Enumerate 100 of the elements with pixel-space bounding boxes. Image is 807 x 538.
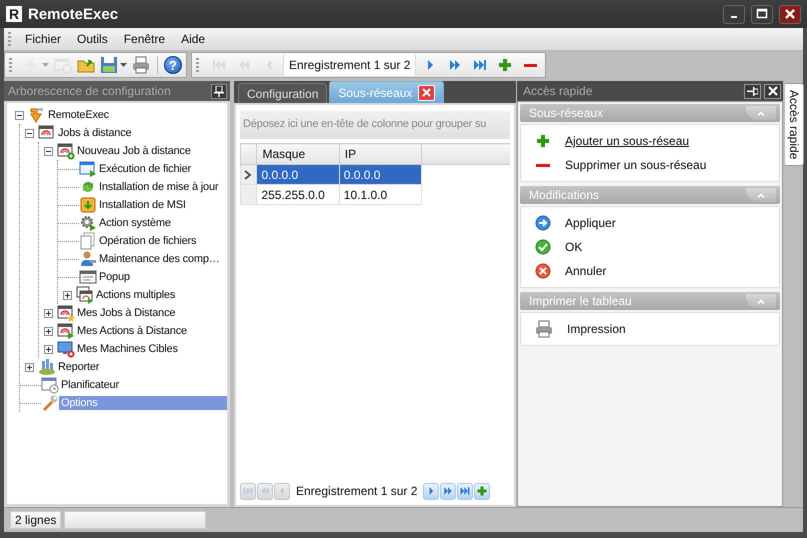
tree-item[interactable]: Popup	[97, 270, 132, 284]
windows-icon	[76, 286, 94, 304]
collapse-button[interactable]	[746, 188, 776, 202]
floppy-icon	[100, 56, 118, 74]
window-title: RemoteExec	[28, 6, 120, 22]
column-header[interactable]: Masque	[256, 144, 340, 164]
action-link[interactable]: Supprimer un sous-réseau	[565, 158, 706, 172]
nav-button[interactable]	[457, 482, 474, 500]
add-button[interactable]	[474, 482, 490, 500]
document-icon	[79, 232, 97, 250]
plus-icon	[497, 57, 514, 73]
menu-item[interactable]: Aide	[175, 30, 212, 48]
menu-item[interactable]: Fenêtre	[118, 30, 172, 48]
app-logo: R	[6, 6, 22, 22]
expand-toggle[interactable]	[63, 290, 72, 300]
caret-icon	[42, 63, 49, 67]
close-icon	[768, 86, 778, 96]
close-button[interactable]	[779, 4, 801, 24]
group-title: Imprimer le tableau	[529, 294, 633, 308]
cancel-icon	[535, 263, 551, 279]
group-title: Modifications	[529, 188, 600, 202]
tree-item[interactable]: Jobs à distance	[56, 126, 134, 140]
pin-button[interactable]	[211, 84, 227, 98]
printer-icon	[535, 320, 553, 338]
collapse-toggle[interactable]	[25, 128, 34, 138]
minimize-icon	[731, 16, 737, 18]
document-tab[interactable]: Configuration	[238, 83, 328, 103]
action-link[interactable]: OK	[565, 240, 582, 254]
wrench-icon	[41, 394, 59, 412]
chart-icon	[38, 358, 56, 376]
tree-item[interactable]: Exécution de fichier	[97, 162, 193, 176]
window-icon	[57, 142, 75, 160]
printer-icon	[132, 56, 150, 74]
print-button[interactable]	[131, 54, 151, 76]
last-page-icon	[472, 57, 488, 73]
last-page-icon	[459, 485, 472, 497]
table-cell: 0.0.0.0	[339, 164, 422, 184]
pin-button[interactable]	[744, 84, 761, 98]
collapse-toggle[interactable]	[15, 110, 24, 120]
menu-item[interactable]: Fichier	[19, 30, 68, 48]
fast-forward-icon	[442, 485, 454, 497]
collapse-button[interactable]	[746, 106, 776, 120]
tree-item[interactable]: Nouveau Job à distance	[75, 144, 193, 158]
expand-toggle[interactable]	[44, 344, 53, 354]
tree-item[interactable]: Action système	[97, 216, 173, 230]
tree-item[interactable]: Maintenance des comp…	[97, 252, 222, 266]
chevron-icon	[757, 192, 765, 198]
menu-item[interactable]: Outils	[71, 30, 114, 48]
table-cell: 255.255.0.0	[256, 184, 340, 204]
tree-item[interactable]: RemoteExec	[46, 108, 111, 122]
tree-item[interactable]: Mes Actions à Distance	[75, 324, 189, 338]
action-link[interactable]: Impression	[567, 322, 626, 336]
maximize-button[interactable]	[751, 4, 773, 24]
pin-icon	[214, 86, 224, 96]
action-link[interactable]: Appliquer	[565, 216, 616, 230]
package-icon	[79, 196, 97, 214]
nav-button[interactable]	[440, 482, 456, 500]
close-icon	[422, 88, 432, 97]
tree-item[interactable]: Reporter	[56, 360, 102, 374]
first-page-icon	[242, 485, 254, 497]
expand-toggle[interactable]	[44, 308, 53, 318]
group-by-hint: Déposez ici une en-tête de colonne pour grouper su	[240, 111, 510, 139]
tree-item[interactable]: Mes Machines Cibles	[75, 342, 180, 356]
minus-icon	[524, 64, 537, 66]
side-tab[interactable]: Accès rapide	[785, 83, 804, 166]
record-counter: Enregistrement 1 sur 2	[283, 54, 416, 76]
tree-item[interactable]: Installation de mise à jour	[97, 180, 220, 194]
close-icon	[783, 7, 797, 21]
panel-title: Arborescence de configuration	[8, 84, 172, 98]
expand-toggle[interactable]	[44, 326, 53, 336]
gear-icon	[79, 214, 97, 232]
tree-item[interactable]: Actions multiples	[94, 288, 178, 302]
table-cell: 0.0.0.0	[256, 164, 340, 184]
arrow-icon	[28, 106, 46, 124]
expand-toggle[interactable]	[25, 362, 34, 372]
first-page-icon	[211, 57, 227, 73]
plus-icon	[535, 133, 551, 149]
plus-icon	[476, 485, 488, 497]
close-tab-button[interactable]	[418, 84, 436, 100]
close-button[interactable]	[764, 84, 781, 98]
tree-item[interactable]: Installation de MSI	[97, 198, 188, 212]
action-link[interactable]: Ajouter un sous-réseau	[565, 134, 690, 148]
status-text: 2 lignes	[10, 511, 62, 529]
save-button[interactable]	[99, 54, 128, 76]
column-header[interactable]: IP	[339, 144, 422, 164]
tree-item[interactable]: Planificateur	[59, 378, 121, 392]
caret-icon	[120, 63, 127, 67]
minimize-button[interactable]	[723, 4, 745, 24]
chevron-icon	[757, 298, 765, 304]
window-icon	[57, 304, 75, 322]
action-link[interactable]: Annuler	[565, 264, 606, 278]
collapse-toggle[interactable]	[44, 146, 53, 156]
fast-back-icon	[259, 485, 271, 497]
collapse-button[interactable]	[746, 294, 776, 308]
tree-item[interactable]: Opération de fichiers	[97, 234, 198, 248]
person-icon	[79, 250, 97, 268]
nav-button[interactable]	[423, 482, 440, 500]
tree-item[interactable]: Mes Jobs à Distance	[75, 306, 178, 320]
record-counter: Enregistrement 1 sur 2	[296, 484, 418, 498]
check-icon	[535, 239, 551, 255]
